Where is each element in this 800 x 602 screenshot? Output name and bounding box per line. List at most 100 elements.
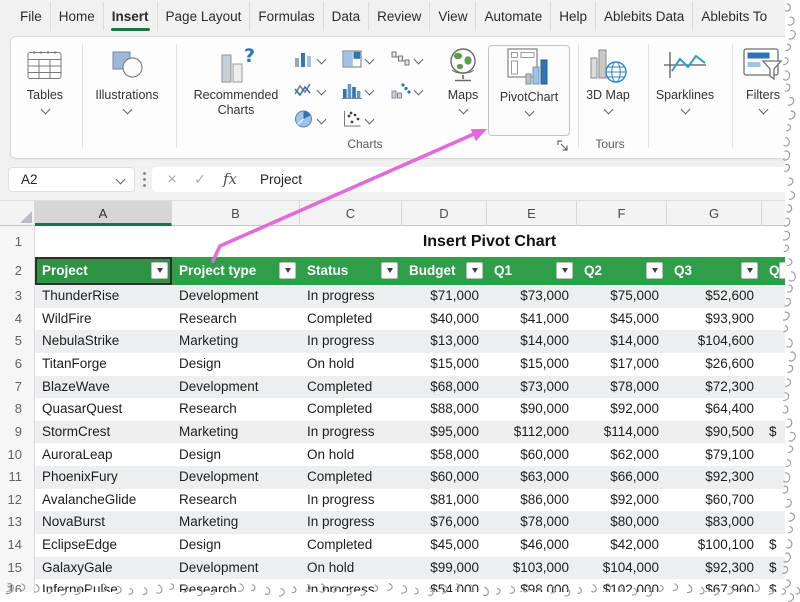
row-header-13[interactable]: 13 bbox=[0, 511, 35, 534]
insert-hierarchy-chart-button[interactable] bbox=[342, 50, 373, 68]
cell-type-10[interactable]: Design bbox=[172, 444, 300, 467]
row-header-11[interactable]: 11 bbox=[0, 466, 35, 489]
cell-q3-9[interactable]: $90,500 bbox=[667, 421, 762, 444]
cell-status-14[interactable]: Completed bbox=[300, 534, 402, 557]
cell-q1-16[interactable]: $98,000 bbox=[487, 579, 577, 602]
cell-q3-12[interactable]: $60,700 bbox=[667, 489, 762, 512]
tab-data[interactable]: Data bbox=[323, 2, 369, 31]
cell-q1-7[interactable]: $73,000 bbox=[487, 376, 577, 399]
cell-q3-16[interactable]: $67,900 bbox=[667, 579, 762, 602]
insert-scatter-chart-button[interactable] bbox=[342, 110, 373, 128]
cell-type-6[interactable]: Design bbox=[172, 353, 300, 376]
tab-formulas[interactable]: Formulas bbox=[249, 2, 322, 31]
tab-help[interactable]: Help bbox=[550, 2, 595, 31]
header-cell-budget[interactable]: Budget bbox=[402, 257, 487, 285]
cell-q2-11[interactable]: $66,000 bbox=[577, 466, 667, 489]
filter-button[interactable] bbox=[466, 262, 483, 279]
cell-q4-16[interactable]: $ bbox=[762, 579, 800, 602]
cell-type-9[interactable]: Marketing bbox=[172, 421, 300, 444]
cell-budget-13[interactable]: $76,000 bbox=[402, 511, 487, 534]
cell-status-11[interactable]: Completed bbox=[300, 466, 402, 489]
cell-q1-3[interactable]: $73,000 bbox=[487, 285, 577, 308]
column-header-A[interactable]: A bbox=[35, 201, 172, 226]
insert-histogram-chart-button[interactable] bbox=[342, 81, 373, 99]
cell-q4-6[interactable] bbox=[762, 353, 800, 376]
cell-q2-9[interactable]: $114,000 bbox=[577, 421, 667, 444]
cell-budget-9[interactable]: $95,000 bbox=[402, 421, 487, 444]
cell-q1-15[interactable]: $103,000 bbox=[487, 557, 577, 580]
cell-type-15[interactable]: Development bbox=[172, 557, 300, 580]
cell-q4-4[interactable] bbox=[762, 308, 800, 331]
cell-q4-3[interactable] bbox=[762, 285, 800, 308]
cell-q4-7[interactable] bbox=[762, 376, 800, 399]
cell-type-4[interactable]: Research bbox=[172, 308, 300, 331]
cell-type-11[interactable]: Development bbox=[172, 466, 300, 489]
cell-budget-6[interactable]: $15,000 bbox=[402, 353, 487, 376]
cell-q4-9[interactable]: $ bbox=[762, 421, 800, 444]
insert-pie-chart-button[interactable] bbox=[294, 110, 325, 128]
column-header-C[interactable]: C bbox=[300, 201, 402, 226]
cell-project-6[interactable]: TitanForge bbox=[35, 353, 172, 376]
cell-q3-4[interactable]: $93,900 bbox=[667, 308, 762, 331]
cell-project-7[interactable]: BlazeWave bbox=[35, 376, 172, 399]
cell-project-12[interactable]: AvalancheGlide bbox=[35, 489, 172, 512]
row-header-7[interactable]: 7 bbox=[0, 376, 35, 399]
row-header-5[interactable]: 5 bbox=[0, 330, 35, 353]
cell-q3-13[interactable]: $83,000 bbox=[667, 511, 762, 534]
cell-q4-12[interactable] bbox=[762, 489, 800, 512]
cell-q3-10[interactable]: $79,100 bbox=[667, 444, 762, 467]
cell-q2-6[interactable]: $17,000 bbox=[577, 353, 667, 376]
cell-q1-6[interactable]: $15,000 bbox=[487, 353, 577, 376]
cell-budget-7[interactable]: $68,000 bbox=[402, 376, 487, 399]
cell-project-11[interactable]: PhoenixFury bbox=[35, 466, 172, 489]
cell-q3-14[interactable]: $100,100 bbox=[667, 534, 762, 557]
header-cell-q3[interactable]: Q3 bbox=[667, 257, 762, 285]
insert-column-chart-button[interactable] bbox=[294, 50, 325, 68]
illustrations-button[interactable]: Illustrations bbox=[92, 46, 162, 113]
cell-q1-11[interactable]: $63,000 bbox=[487, 466, 577, 489]
filter-button[interactable] bbox=[646, 262, 663, 279]
cell-status-10[interactable]: On hold bbox=[300, 444, 402, 467]
cell-project-14[interactable]: EclipseEdge bbox=[35, 534, 172, 557]
recommended-charts-button[interactable]: ? Recommended Charts bbox=[186, 46, 286, 118]
cell-q2-7[interactable]: $78,000 bbox=[577, 376, 667, 399]
filter-button[interactable] bbox=[779, 262, 796, 279]
cell-project-16[interactable]: InfernoPulse bbox=[35, 579, 172, 602]
pivotchart-button[interactable]: PivotChart bbox=[488, 45, 570, 136]
filter-button[interactable] bbox=[381, 262, 398, 279]
header-cell-q4[interactable]: Q4 bbox=[762, 257, 800, 285]
row-header-12[interactable]: 12 bbox=[0, 489, 35, 512]
tab-view[interactable]: View bbox=[429, 2, 475, 31]
column-header-D[interactable]: D bbox=[402, 201, 487, 226]
tab-automate[interactable]: Automate bbox=[475, 2, 550, 31]
cell-q4-13[interactable] bbox=[762, 511, 800, 534]
column-header-F[interactable]: F bbox=[577, 201, 667, 226]
cell-type-7[interactable]: Development bbox=[172, 376, 300, 399]
cell-project-4[interactable]: WildFire bbox=[35, 308, 172, 331]
formula-bar-menu-dots-icon[interactable] bbox=[143, 172, 146, 175]
cell-q2-15[interactable]: $104,000 bbox=[577, 557, 667, 580]
cell-q3-6[interactable]: $26,600 bbox=[667, 353, 762, 376]
cell-budget-5[interactable]: $13,000 bbox=[402, 330, 487, 353]
cell-status-5[interactable]: In progress bbox=[300, 330, 402, 353]
cell-q4-8[interactable] bbox=[762, 398, 800, 421]
cell-q1-8[interactable]: $90,000 bbox=[487, 398, 577, 421]
cell-q2-14[interactable]: $42,000 bbox=[577, 534, 667, 557]
cell-status-16[interactable]: In progress bbox=[300, 579, 402, 602]
cell-status-8[interactable]: Completed bbox=[300, 398, 402, 421]
cell-project-8[interactable]: QuasarQuest bbox=[35, 398, 172, 421]
cell-q4-10[interactable] bbox=[762, 444, 800, 467]
filter-button[interactable] bbox=[279, 262, 296, 279]
insert-waterfall-chart-button[interactable] bbox=[391, 50, 422, 68]
cell-q1-14[interactable]: $46,000 bbox=[487, 534, 577, 557]
insert-function-fx-icon[interactable]: fx bbox=[218, 167, 242, 192]
filter-button[interactable] bbox=[741, 262, 758, 279]
tab-home[interactable]: Home bbox=[50, 2, 103, 31]
header-cell-q2[interactable]: Q2 bbox=[577, 257, 667, 285]
cell-project-15[interactable]: GalaxyGale bbox=[35, 557, 172, 580]
cell-type-13[interactable]: Marketing bbox=[172, 511, 300, 534]
cell-q1-12[interactable]: $86,000 bbox=[487, 489, 577, 512]
cell-type-3[interactable]: Development bbox=[172, 285, 300, 308]
cancel-icon[interactable]: × bbox=[160, 167, 184, 192]
cell-q3-8[interactable]: $64,400 bbox=[667, 398, 762, 421]
